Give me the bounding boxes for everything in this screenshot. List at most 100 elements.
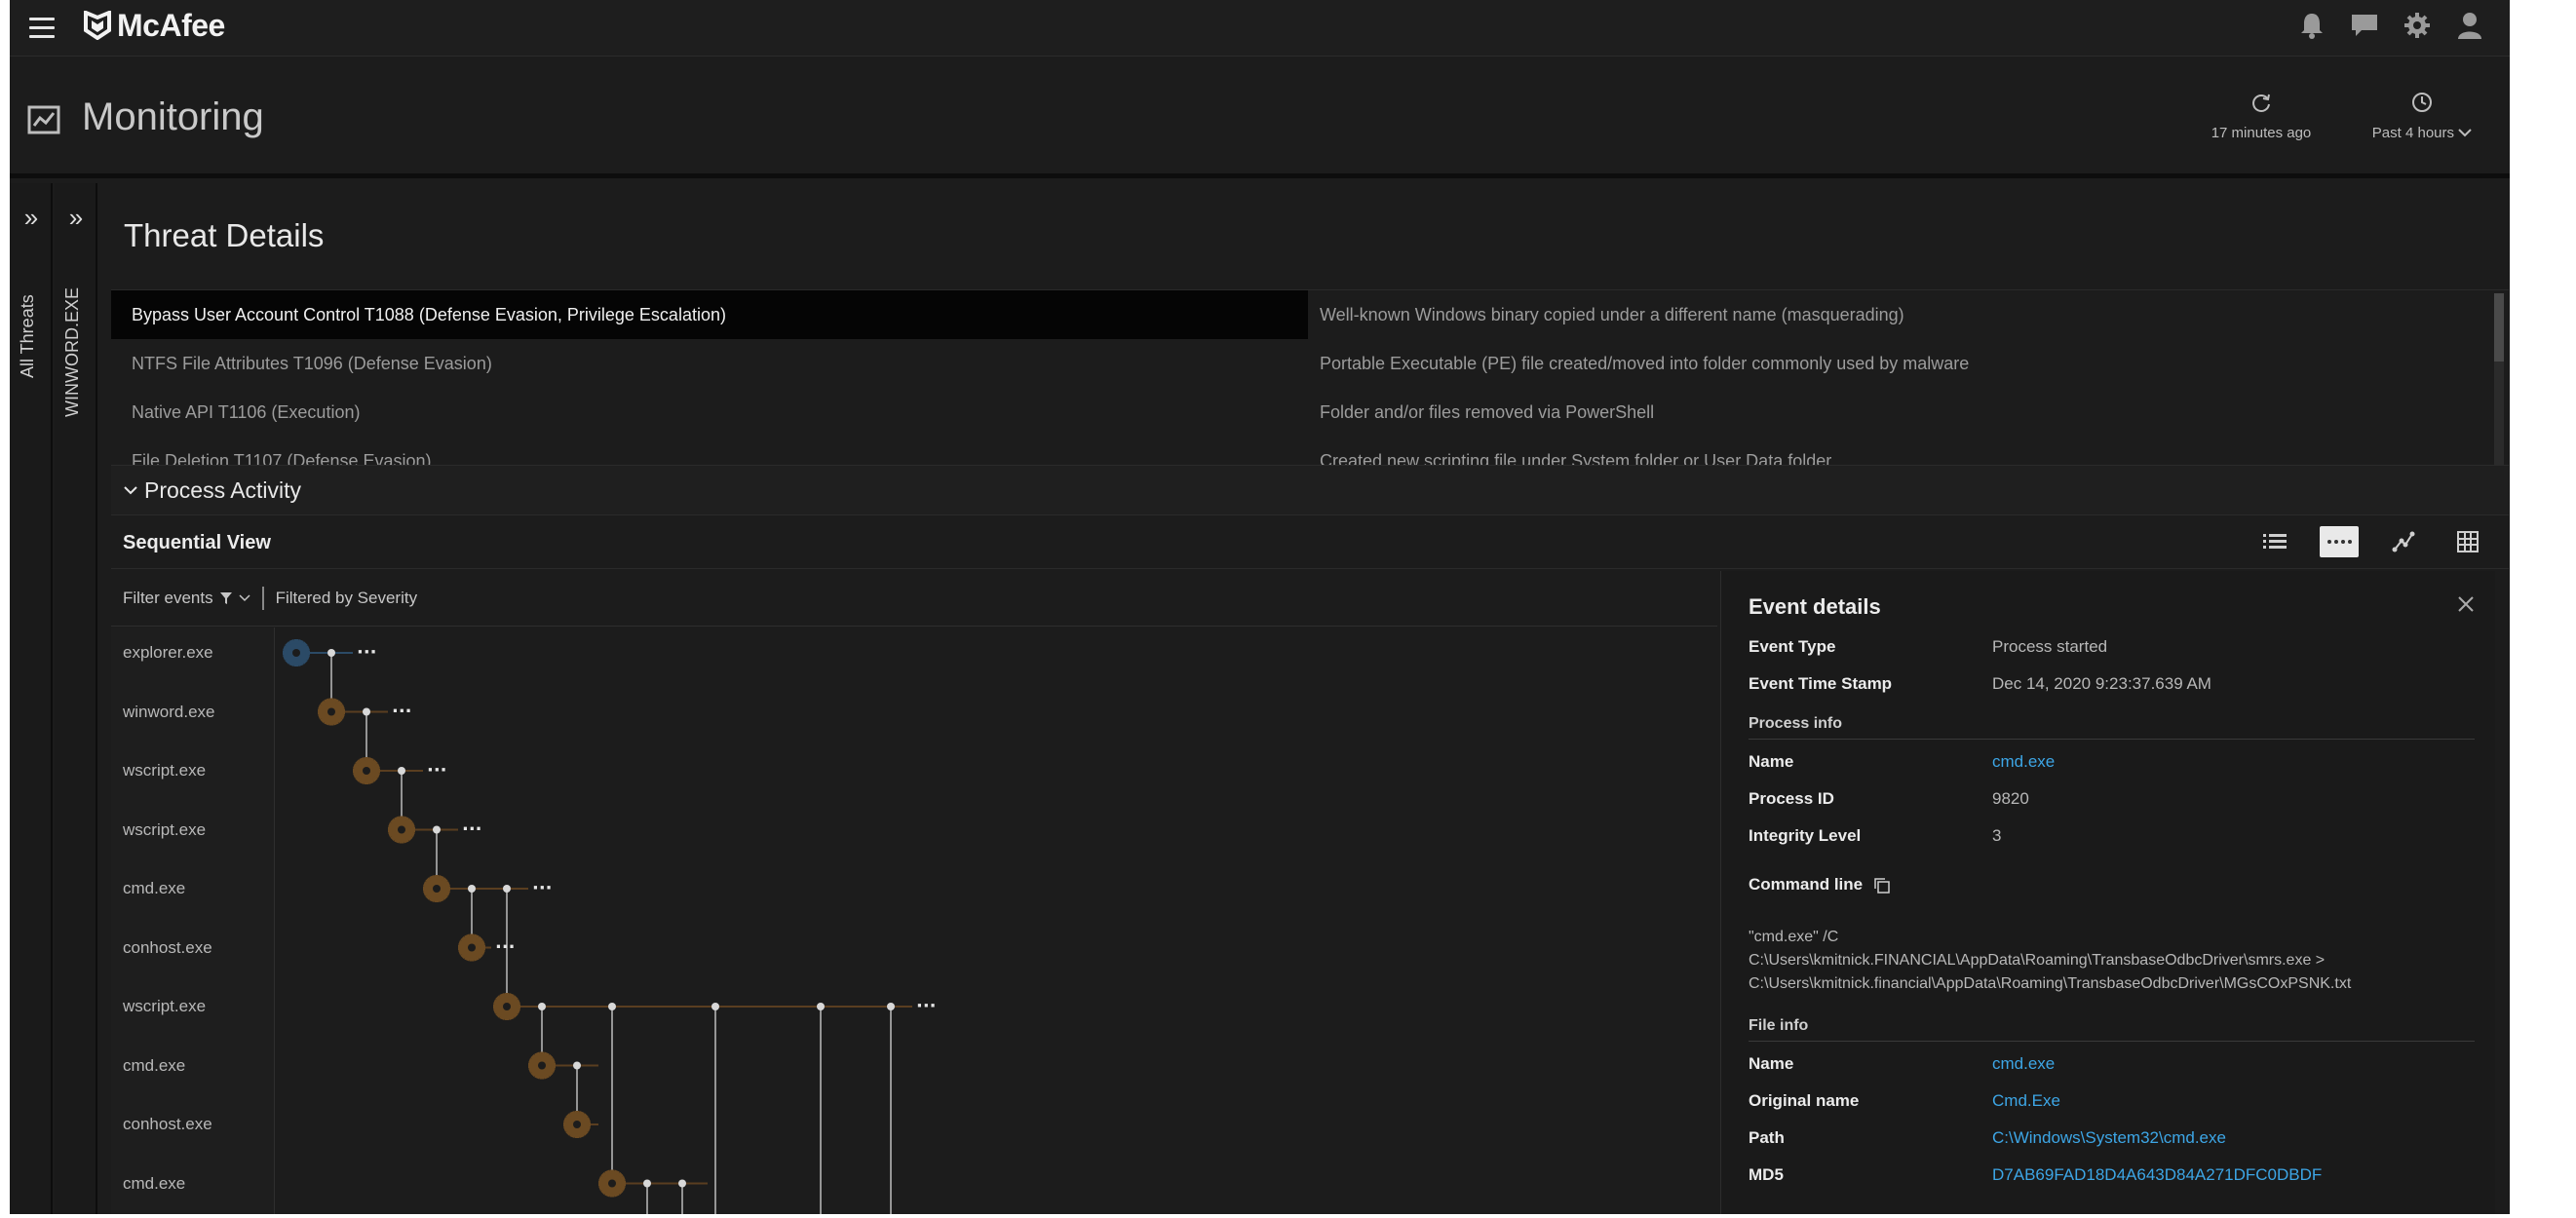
process-gear-icon[interactable] [318,698,345,726]
winword-rail[interactable]: » WINWORD.EXE [55,183,97,1214]
file-name-label: Name [1749,1054,1794,1073]
copy-icon[interactable] [1873,877,1891,894]
threat-indicator[interactable]: Portable Executable (PE) file created/mo… [1320,339,2489,388]
event-node [363,707,370,716]
chevron-down-icon [124,486,137,495]
threat-list-scrollbar[interactable] [2494,293,2504,469]
page-title: Monitoring [82,95,264,138]
winword-label[interactable]: WINWORD.EXE [62,287,83,417]
scrollbar-thumb[interactable] [2494,293,2504,362]
process-gear-icon[interactable] [423,875,450,902]
original-name-link[interactable]: Cmd.Exe [1992,1091,2060,1111]
event-node [538,1003,546,1010]
refresh-icon [2252,94,2270,112]
refresh-button[interactable]: 17 minutes ago [2198,92,2325,141]
process-gear-icon[interactable] [458,933,485,962]
sequential-view-title: Sequential View [123,532,271,553]
threat-item[interactable]: File Deletion T1107 (Defense Evasion) [111,437,1308,466]
event-details-title: Event details [1749,594,1881,619]
process-activity-title: Process Activity [144,476,302,503]
path-label: Path [1749,1128,1785,1147]
event-node [573,1061,581,1070]
expand-double-chevron-icon[interactable]: » [19,205,43,230]
integrity-level-label: Integrity Level [1749,826,1862,845]
threat-item[interactable]: Native API T1106 (Execution) [111,388,1308,437]
filtered-by-label: Filtered by Severity [275,588,418,607]
threat-item[interactable]: NTFS File Attributes T1096 (Defense Evas… [111,339,1308,388]
chevron-down-icon [239,593,250,601]
time-range-dropdown[interactable]: Past 4 hours [2349,92,2495,141]
threat-details-title: Threat Details [124,217,325,253]
settings-gear-icon[interactable] [2402,10,2433,41]
view-switcher [2255,526,2487,557]
refresh-label: 17 minutes ago [2211,125,2312,141]
sequential-graph: explorer.exe winword.exe wscript.exe wscrip… [111,628,1717,1214]
all-threats-label[interactable]: All Threats [18,294,38,378]
md5-label: MD5 [1749,1165,1784,1184]
process-gear-icon[interactable] [598,1169,626,1198]
sequential-view-bar: Sequential View [111,516,2509,569]
event-node [817,1003,825,1010]
process-gear-icon[interactable] [493,993,520,1020]
chart-line-icon [27,105,60,134]
event-type-label: Event Type [1749,637,1836,656]
event-node [887,1003,895,1010]
grid-view-icon[interactable] [2448,526,2487,557]
event-node [327,649,335,657]
path-link[interactable]: C:\Windows\System32\cmd.exe [1992,1128,2226,1148]
command-line-label: Command line [1749,875,1891,894]
threat-list: Bypass User Account Control T1088 (Defen… [111,289,2509,465]
filter-events-dropdown[interactable]: Filter events [123,589,250,608]
file-name-link[interactable]: cmd.exe [1992,1054,2055,1074]
more-events-indicator[interactable]: ··· [462,819,482,840]
top-icons [2296,10,2485,41]
threat-indicator[interactable]: Well-known Windows binary copied under a… [1320,290,2489,339]
brand-name: McAfee [117,7,225,43]
hamburger-menu-icon[interactable] [29,18,55,39]
threat-indicator[interactable]: Folder and/or files removed via PowerShe… [1320,388,2489,437]
more-events-indicator[interactable]: ··· [916,996,937,1016]
clock-icon [2412,93,2432,112]
mcafee-logo[interactable]: McAfee [84,6,225,45]
event-type-value: Process started [1992,637,2108,656]
graph-view-icon[interactable] [2384,526,2423,557]
process-gear-icon[interactable] [353,757,380,784]
event-node [608,1003,616,1010]
process-activity-header[interactable]: Process Activity [111,465,2509,515]
close-icon[interactable] [2456,594,2476,614]
process-timeline-svg: ··· ··· ··· ··· ··· ··· ··· [283,639,937,1214]
list-view-icon[interactable] [2255,526,2294,557]
mcafee-app: McAfee Monitoring 17 minutes ago Past 4 … [10,0,2510,1214]
process-id-label: Process ID [1749,789,1834,808]
md5-link[interactable]: D7AB69FAD18D4A643D84A271DFC0DBDF [1992,1165,2322,1185]
more-events-indicator[interactable]: ··· [532,878,553,898]
top-bar: McAfee [10,0,2510,57]
more-events-indicator[interactable]: ··· [495,937,516,958]
command-line-value: "cmd.exe" /C C:\Users\kmitnick.FINANCIAL… [1749,929,2352,992]
event-node [711,1003,719,1010]
process-gear-icon[interactable] [528,1051,556,1080]
process-gear-icon[interactable] [563,1111,591,1138]
all-threats-rail[interactable]: » All Threats [10,183,53,1214]
process-gear-icon[interactable] [283,639,310,666]
chevron-down-icon [2458,129,2472,137]
user-profile-icon[interactable] [2454,10,2485,41]
process-name-link[interactable]: cmd.exe [1992,752,2055,772]
more-events-indicator[interactable]: ··· [357,642,377,663]
sequential-view-icon[interactable] [2320,526,2359,557]
time-range-label: Past 4 hours [2349,125,2495,141]
mcafee-shield-icon [84,11,111,40]
main-content: Threat Details Bypass User Account Contr… [99,183,2510,1214]
more-events-indicator[interactable]: ··· [392,702,412,722]
process-gear-icon[interactable] [388,816,415,844]
event-node [433,825,441,834]
threat-item[interactable]: Bypass User Account Control T1088 (Defen… [111,290,1308,339]
messages-icon[interactable] [2349,10,2380,41]
more-events-indicator[interactable]: ··· [427,760,447,780]
expand-double-chevron-icon[interactable]: » [64,205,88,230]
process-id-value: 9820 [1992,789,2029,808]
notification-bell-icon[interactable] [2296,10,2327,41]
threat-indicator[interactable]: Created new scripting file under System … [1320,437,2489,466]
divider [261,586,264,610]
event-node [503,885,511,893]
